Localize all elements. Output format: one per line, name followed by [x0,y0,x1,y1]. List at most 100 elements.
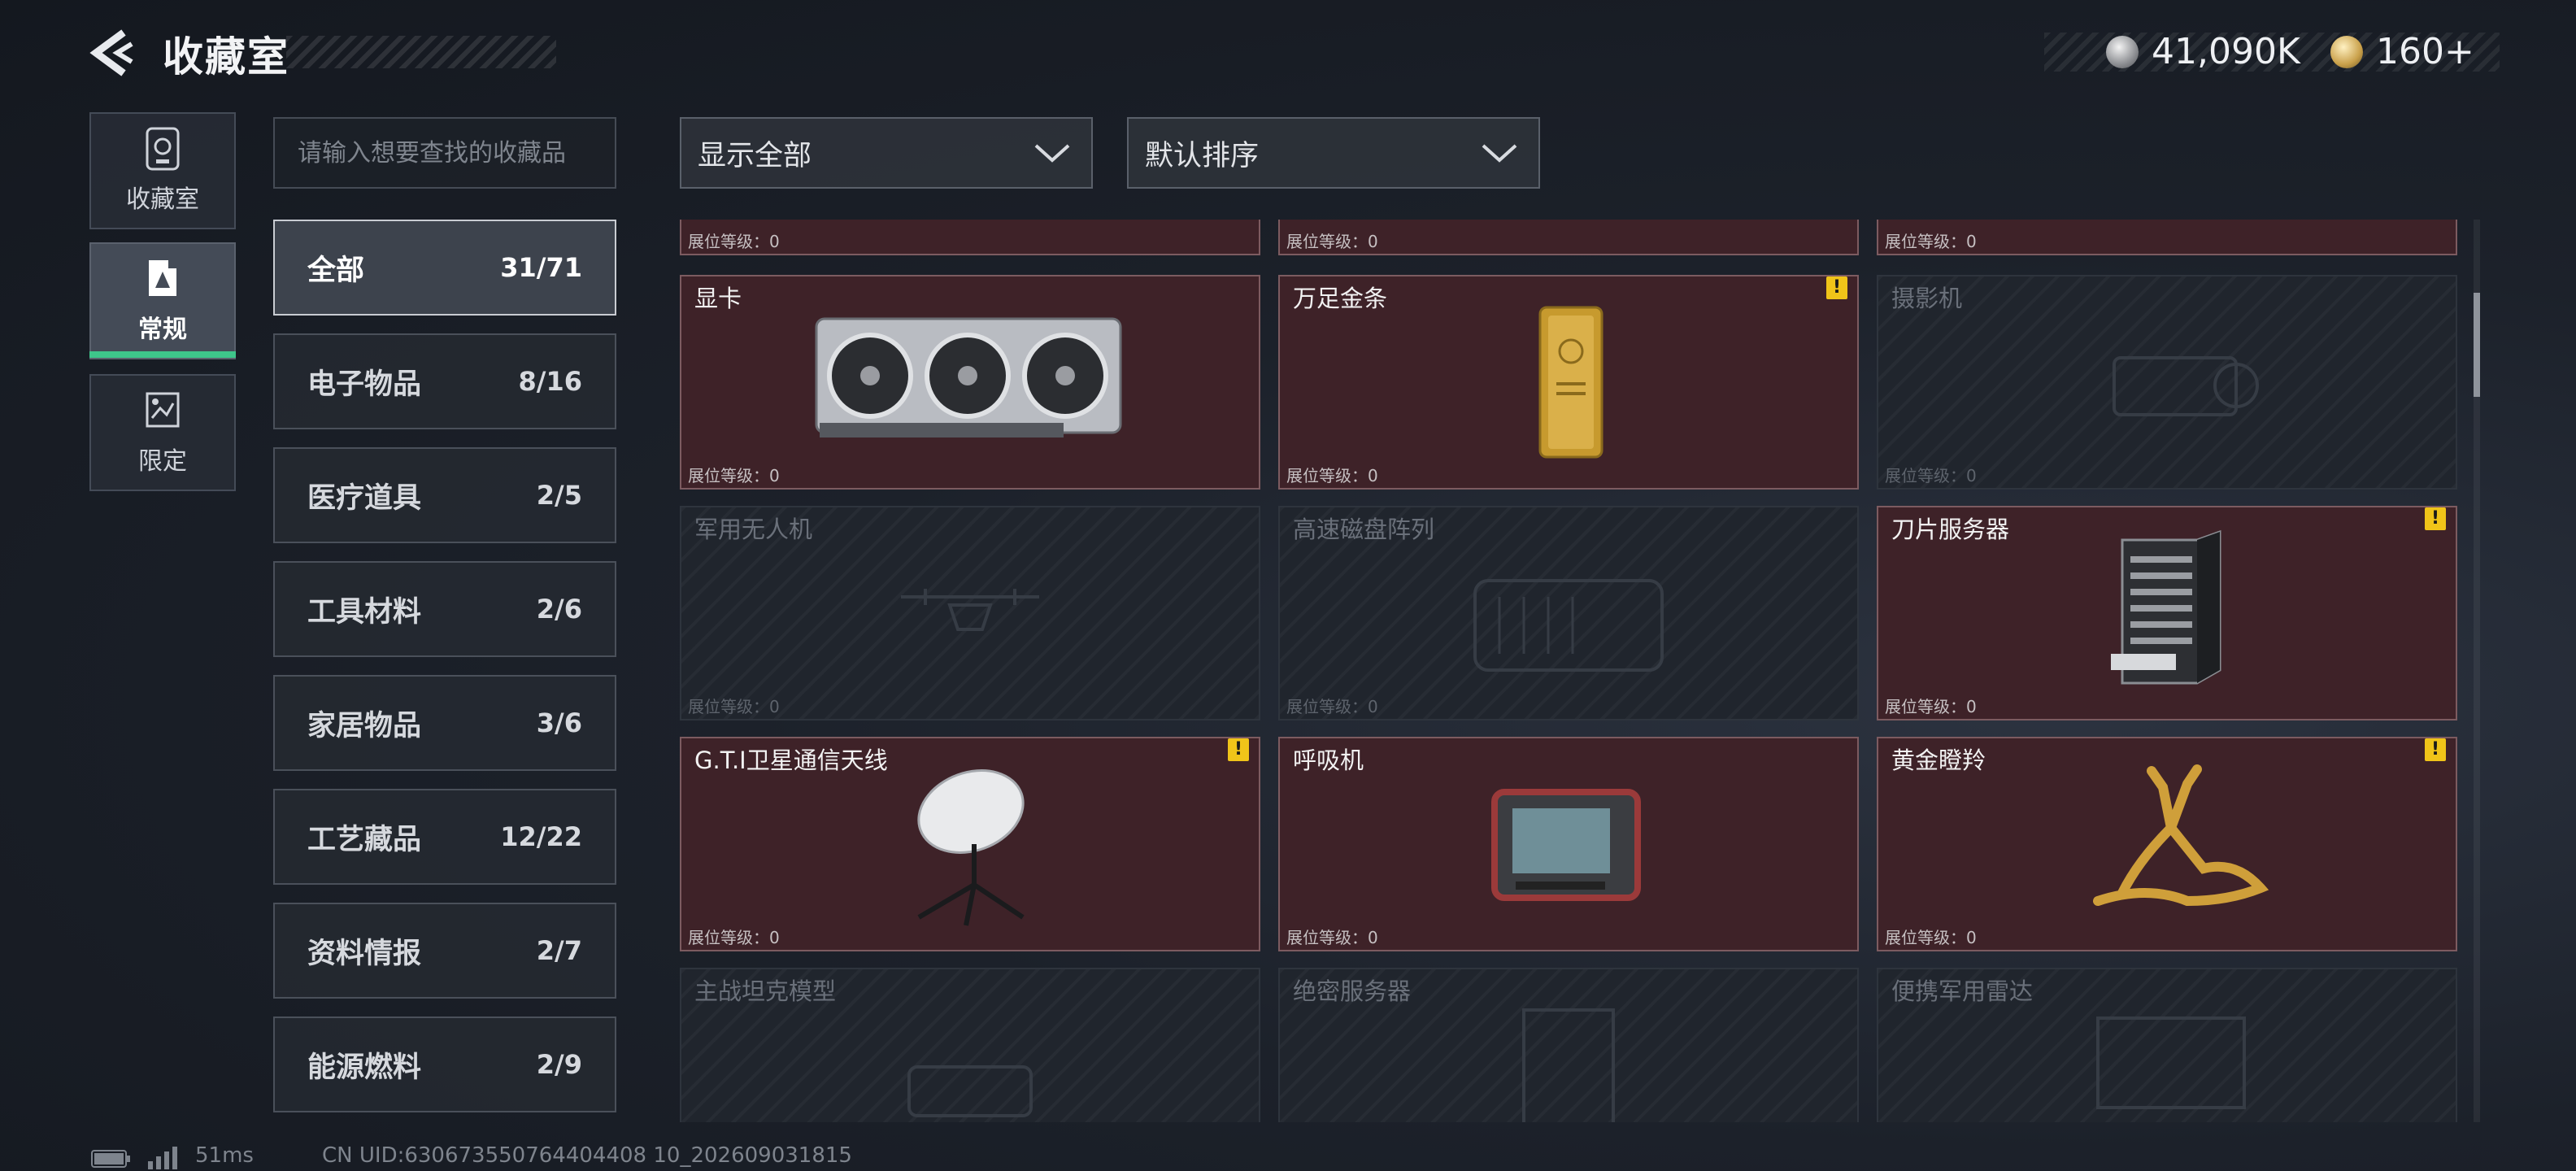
collectible-card-tank-model[interactable]: 主战坦克模型 [680,968,1260,1122]
warning-icon: ! [1228,738,1249,761]
category-name: 资料情报 [307,937,422,970]
search-input[interactable] [273,117,616,189]
booth-level: 展位等级：0 [1885,697,1977,716]
collectible-name: 黄金瞪羚 [1891,747,1986,774]
ventilator-image [1491,789,1641,901]
category-count: 31/71 [500,252,582,283]
collectible-card-graphics-card[interactable]: 显卡 展位等级：0 [680,275,1260,490]
active-tab-indicator [89,351,236,358]
collectible-card-satellite-antenna[interactable]: G.T.I卫星通信天线 ! 展位等级：0 [680,737,1260,951]
warning-icon: ! [2425,507,2446,530]
category-household[interactable]: 家居物品 3/6 [273,675,616,771]
silver-balance: 41,090K [2152,31,2300,72]
booth-level: 展位等级：0 [1885,466,1977,485]
category-intel[interactable]: 资料情报 2/7 [273,903,616,999]
category-name: 能源燃料 [307,1051,422,1084]
side-tab-label: 限定 [138,447,187,476]
filter-dropdown[interactable]: 显示全部 [680,117,1093,189]
ping-value: 51ms [195,1143,254,1168]
limited-collection-icon [146,392,180,428]
category-all[interactable]: 全部 31/71 [273,220,616,316]
sort-dropdown[interactable]: 默认排序 [1127,117,1540,189]
category-tools[interactable]: 工具材料 2/6 [273,561,616,657]
collectible-name: 万足金条 [1293,285,1388,312]
warning-icon: ! [1826,276,1847,299]
title-decoration [286,36,556,68]
chevron-down-icon [1482,144,1517,163]
collectible-name: G.T.I卫星通信天线 [694,747,888,774]
collectible-card[interactable]: 展位等级：0 [1278,220,1859,255]
category-name: 全部 [307,254,365,287]
category-crafts[interactable]: 工艺藏品 12/22 [273,789,616,885]
page-title: 收藏室 [163,33,289,81]
category-name: 工艺藏品 [307,823,422,856]
category-count: 3/6 [536,707,582,738]
side-tab-label: 常规 [138,316,187,344]
collectible-card-camera[interactable]: 摄影机 展位等级：0 [1877,275,2457,490]
collectible-name: 军用无人机 [694,516,813,543]
side-tab-label: 收藏室 [126,185,199,214]
category-count: 8/16 [518,366,582,397]
category-name: 工具材料 [307,595,422,629]
battery-icon [91,1150,130,1168]
camera-silhouette-image [2113,356,2259,416]
booth-level: 展位等级：0 [1286,232,1378,251]
category-name: 电子物品 [307,368,422,401]
collectible-card-golden-gazelle[interactable]: 黄金瞪羚 ! 展位等级：0 [1877,737,2457,951]
collectible-name: 便携军用雷达 [1891,977,2034,1005]
collectible-card[interactable]: 展位等级：0 [1877,220,2457,255]
category-electronics[interactable]: 电子物品 8/16 [273,333,616,429]
collectible-card-gold-bar[interactable]: 万足金条 ! 展位等级：0 [1278,275,1859,490]
category-name: 家居物品 [307,709,422,742]
booth-level: 展位等级：0 [1286,928,1378,947]
booth-level: 展位等级：0 [1286,466,1378,485]
side-tab-regular[interactable]: 常规 [89,242,236,359]
warning-icon: ! [2425,738,2446,761]
booth-level: 展位等级：0 [688,466,780,485]
collectible-card-ventilator[interactable]: 呼吸机 展位等级：0 [1278,737,1859,951]
category-count: 2/6 [536,594,582,625]
collectible-name: 主战坦克模型 [694,977,837,1005]
collectible-name: 刀片服务器 [1891,516,2010,543]
gold-coin-icon [2330,36,2363,68]
booth-level: 展位等级：0 [688,697,780,716]
booth-level: 展位等级：0 [688,928,780,947]
collectible-name: 高速磁盘阵列 [1293,516,1435,543]
side-tab-collection[interactable]: 收藏室 [89,112,236,229]
user-uid: CN UID:630673550764404408 10_20260903181… [322,1143,852,1168]
booth-level: 展位等级：0 [688,232,780,251]
collectible-card[interactable]: 展位等级：0 [680,220,1260,255]
collectible-card-military-drone[interactable]: 军用无人机 展位等级：0 [680,506,1260,720]
chevron-down-icon [1034,144,1070,163]
signal-icon [148,1147,177,1169]
collectible-card-portable-radar[interactable]: 便携军用雷达 [1877,968,2457,1122]
collection-room-icon [146,127,180,171]
collectible-name: 绝密服务器 [1293,977,1412,1005]
category-count: 2/7 [536,935,582,966]
booth-level: 展位等级：0 [1286,697,1378,716]
booth-level: 展位等级：0 [1885,928,1977,947]
sort-value: 默认排序 [1145,139,1260,172]
booth-level: 展位等级：0 [1885,232,1977,251]
scrollbar-thumb[interactable] [2474,293,2480,397]
back-arrow-icon[interactable] [88,28,135,78]
category-fuel[interactable]: 能源燃料 2/9 [273,1016,616,1112]
collectible-grid: 展位等级：0 展位等级：0 展位等级：0 显卡 展位等级：0 万足金条 ! 展位… [680,220,2457,1122]
category-count: 12/22 [500,821,582,852]
collectible-name: 呼吸机 [1293,747,1364,774]
collectible-card-classified-server[interactable]: 绝密服务器 [1278,968,1859,1122]
regular-collection-icon [149,260,176,296]
collectible-card-disk-array[interactable]: 高速磁盘阵列 展位等级：0 [1278,506,1859,720]
category-medical[interactable]: 医疗道具 2/5 [273,447,616,543]
filter-value: 显示全部 [698,139,812,172]
category-name: 医疗道具 [307,481,422,515]
graphics-card-image [815,317,1122,437]
category-count: 2/5 [536,480,582,511]
silver-coin-icon [2106,36,2139,68]
collectible-name: 摄影机 [1891,285,1963,312]
gold-balance[interactable]: 160+ [2376,31,2474,72]
side-tab-limited[interactable]: 限定 [89,374,236,491]
collectible-name: 显卡 [694,285,742,312]
collectible-card-blade-server[interactable]: 刀片服务器 ! 展位等级：0 [1877,506,2457,720]
category-count: 2/9 [536,1049,582,1080]
